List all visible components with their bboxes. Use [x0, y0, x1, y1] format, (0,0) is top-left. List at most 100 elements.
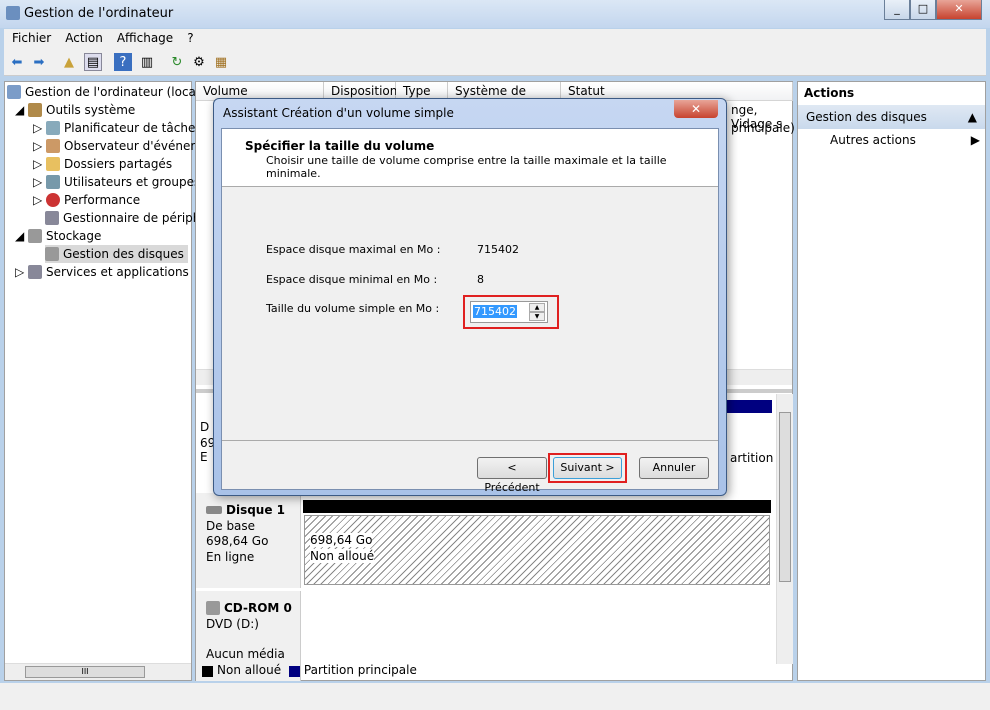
users-icon	[46, 175, 61, 189]
disk1-state: En ligne	[206, 550, 255, 564]
disk1-info[interactable]: Disque 1 De base 698,64 Go En ligne	[196, 493, 301, 588]
collapse-up-icon: ▲	[967, 110, 977, 124]
legend-swatch-unallocated	[202, 666, 213, 677]
window-title: Gestion de l'ordinateur	[24, 6, 174, 21]
menu-fichier[interactable]: Fichier	[4, 29, 57, 45]
tree-label: Performance	[64, 193, 141, 207]
toolbar: ⬅ ➡ ▲ ▤ ? ▥ ↻ ⚙ ▦	[4, 49, 986, 76]
menu-bar: Fichier Action Affichage?	[4, 29, 986, 49]
tree-item-disk-management[interactable]: Gestion des disques	[45, 245, 188, 263]
wizard-heading: Spécifier la taille du volume	[245, 139, 435, 153]
computer-management-icon	[6, 6, 20, 20]
cancel-button[interactable]: Annuler	[639, 457, 709, 479]
up-folder-icon[interactable]: ▲	[60, 53, 78, 71]
legend-label: Partition principale	[303, 663, 417, 677]
max-size-label: Espace disque maximal en Mo :	[266, 243, 441, 256]
next-button[interactable]: Suivant >	[553, 457, 622, 479]
scrollbar-thumb[interactable]: III	[25, 666, 145, 678]
menu-action[interactable]: Action	[57, 29, 109, 45]
scrollbar-thumb[interactable]	[779, 412, 791, 582]
tree-horizontal-scrollbar[interactable]: III	[5, 663, 191, 680]
disk1-name: Disque 1	[226, 503, 286, 517]
show-hide-tree-icon[interactable]: ▤	[84, 53, 102, 71]
volume-size-stepper[interactable]: 715402 ▲ ▼	[470, 301, 548, 323]
dialog-close-button[interactable]: ✕	[674, 100, 718, 118]
disk1-size: 698,64 Go	[206, 534, 269, 548]
spin-up-icon[interactable]: ▲	[529, 303, 545, 312]
disk0-label: D	[200, 420, 210, 434]
close-button[interactable]: ✕	[936, 0, 982, 20]
dialog-title: Assistant Création d'un volume simple	[223, 106, 454, 120]
show-hide-action-pane-icon[interactable]: ▥	[138, 53, 156, 71]
shared-folder-icon	[46, 157, 61, 171]
legend: Non alloué Partition principale	[202, 663, 417, 677]
storage-icon	[28, 229, 43, 243]
clock-icon	[46, 121, 61, 135]
tree-root-label: Gestion de l'ordinateur (local)	[25, 85, 204, 99]
volume-size-label: Taille du volume simple en Mo :	[266, 302, 440, 315]
tree-item-performance[interactable]: ▷ Performance	[33, 191, 140, 209]
new-simple-volume-wizard: Assistant Création d'un volume simple ✕ …	[213, 98, 727, 496]
partition-size: 698,64 Go	[310, 533, 373, 547]
tree-storage[interactable]: ◢ Stockage	[15, 227, 101, 245]
legend-swatch-primary	[288, 666, 300, 677]
action-more[interactable]: Autres actions ▶	[830, 133, 980, 147]
tree-root[interactable]: Gestion de l'ordinateur (local)	[7, 83, 204, 101]
forward-arrow-icon[interactable]: ➡	[30, 53, 48, 71]
tree-item-scheduler[interactable]: ▷ Planificateur de tâches	[33, 119, 202, 137]
volume-row-status: principale)	[731, 121, 795, 135]
partition-label: Non alloué	[310, 549, 375, 563]
help-icon[interactable]: ?	[114, 53, 132, 71]
tree-label: Stockage	[46, 229, 102, 243]
actions-pane: Actions Gestion des disques ▲ Autres acti…	[797, 81, 986, 681]
spin-down-icon[interactable]: ▼	[529, 312, 545, 321]
menu-affichage[interactable]: Affichage	[109, 29, 179, 45]
maximize-button[interactable]: □	[910, 0, 936, 20]
disk0-partition-text: artition	[730, 451, 774, 465]
menu-help[interactable]: ?	[179, 29, 199, 45]
refresh-icon[interactable]: ↻	[168, 53, 186, 71]
tree-item-shared-folders[interactable]: ▷ Dossiers partagés	[33, 155, 172, 173]
wizard-subheading: Choisir une taille de volume comprise en…	[266, 154, 667, 180]
disk-icon	[45, 247, 59, 261]
disk-list-scrollbar[interactable]	[776, 394, 793, 664]
tools-icon	[28, 103, 43, 117]
back-button[interactable]: < Précédent	[477, 457, 547, 494]
computer-icon	[7, 85, 21, 99]
actions-title: Actions	[804, 86, 855, 100]
tree-label: Dossiers partagés	[64, 157, 173, 171]
navigation-tree: Gestion de l'ordinateur (local) ◢ Outils…	[4, 81, 245, 681]
tree-services[interactable]: ▷ Services et applications	[15, 263, 189, 281]
tree-label: Gestion des disques	[63, 247, 184, 261]
event-viewer-icon	[46, 139, 61, 153]
performance-icon	[46, 193, 61, 207]
settings-icon[interactable]: ▦	[212, 53, 230, 71]
volume-size-input[interactable]: 715402	[473, 305, 517, 318]
section-label: Gestion des disques	[806, 110, 927, 124]
disk1-unallocated-partition[interactable]: 698,64 Go Non alloué	[304, 515, 770, 585]
dialog-body: Spécifier la taille du volume Choisir un…	[221, 128, 719, 494]
tree-label: Services et applications	[46, 265, 189, 279]
minimize-button[interactable]: _	[884, 0, 910, 20]
cdrom-kind: DVD (D:)	[206, 617, 259, 631]
actions-section-disk-management[interactable]: Gestion des disques ▲	[798, 105, 985, 129]
disk1-unallocated-header	[303, 500, 771, 513]
title-bar: Gestion de l'ordinateur _ □ ✕	[0, 0, 990, 28]
wizard-header: Spécifier la taille du volume Choisir un…	[222, 129, 718, 187]
disk1-kind: De base	[206, 519, 256, 533]
min-size-label: Espace disque minimal en Mo :	[266, 273, 438, 286]
disk-drive-icon	[206, 506, 222, 514]
max-size-value: 715402	[477, 243, 519, 256]
min-size-value: 8	[477, 273, 484, 286]
back-arrow-icon[interactable]: ⬅	[8, 53, 26, 71]
cdrom-state: Aucun média	[206, 647, 285, 661]
properties-icon[interactable]: ⚙	[190, 53, 208, 71]
cdrom-icon	[206, 601, 220, 615]
cdrom-name: CD-ROM 0	[224, 601, 292, 615]
status-bar	[0, 683, 990, 710]
disk0-state: E	[200, 450, 208, 464]
tree-label: Outils système	[46, 103, 136, 117]
tree-system-tools[interactable]: ◢ Outils système	[15, 101, 135, 119]
device-manager-icon	[45, 211, 59, 225]
disk0-partition-bar	[726, 400, 772, 413]
